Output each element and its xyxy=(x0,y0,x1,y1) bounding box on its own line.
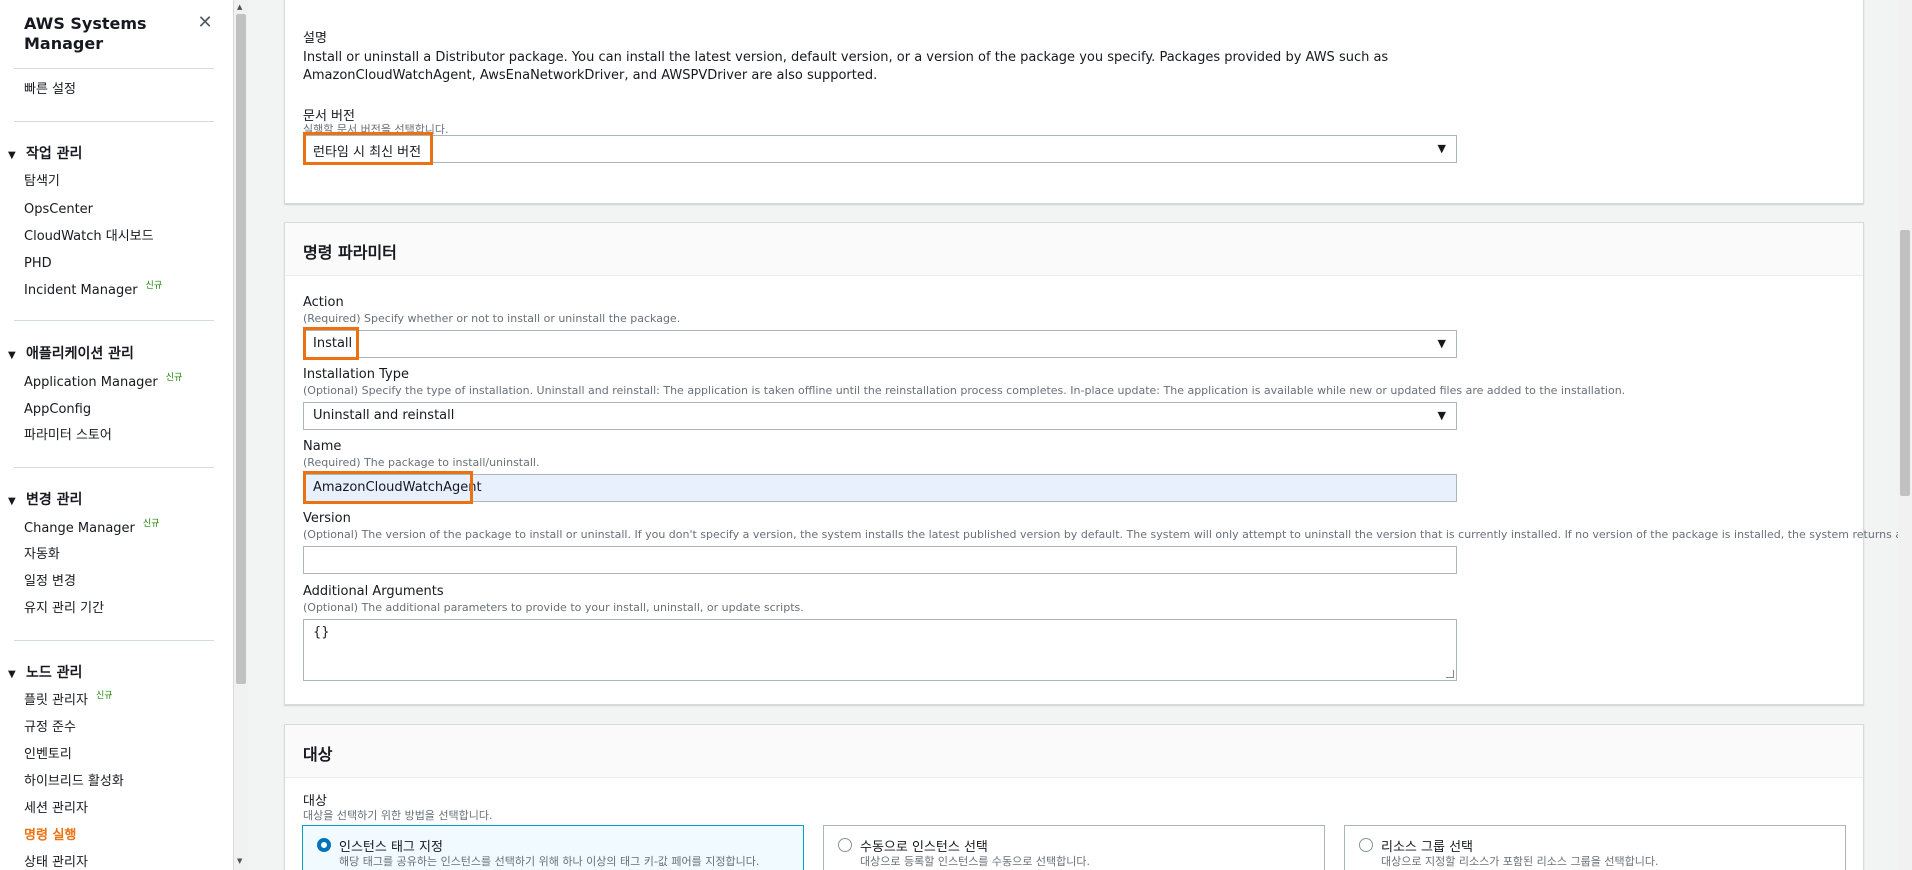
sidebar-section-node[interactable]: ▼ 노드 관리 xyxy=(8,664,82,684)
sidebar-scroll-thumb[interactable] xyxy=(236,14,246,684)
description-label: 설명 xyxy=(303,31,327,46)
dropdown-arrow-icon: ▼ xyxy=(1437,337,1446,350)
action-value: Install xyxy=(313,336,353,351)
name-label: Name xyxy=(303,439,342,454)
divider xyxy=(14,121,214,122)
version-hint: (Optional) The version of the package to… xyxy=(303,528,1912,541)
target-option-resource-group[interactable]: 리소스 그룹 선택 대상으로 지정할 리소스가 포함된 리소스 그룹을 선택합니… xyxy=(1344,825,1846,870)
installation-type-value: Uninstall and reinstall xyxy=(313,408,455,423)
sidebar-title[interactable]: AWS Systems Manager xyxy=(24,14,214,54)
sidebar-item-state-manager[interactable]: 상태 관리자 xyxy=(24,854,88,870)
sidebar: AWS Systems Manager ✕ 빠른 설정 ▼ 작업 관리 탐색기 O… xyxy=(0,0,234,870)
sidebar-item-parameter-store[interactable]: 파라미터 스토어 xyxy=(24,427,112,445)
version-input[interactable] xyxy=(303,546,1457,574)
sidebar-item-explorer[interactable]: 탐색기 xyxy=(24,173,60,191)
targets-header: 대상 xyxy=(285,725,1863,778)
sidebar-item-phd[interactable]: PHD xyxy=(24,255,52,273)
sidebar-item-automation[interactable]: 자동화 xyxy=(24,546,60,564)
close-icon[interactable]: ✕ xyxy=(196,14,214,32)
sidebar-item-run-command[interactable]: 명령 실행 xyxy=(24,827,76,845)
new-badge: 신규 xyxy=(142,519,160,529)
sidebar-item-application-manager[interactable]: Application Manager 신규 xyxy=(24,373,183,393)
resize-handle-icon[interactable] xyxy=(1446,670,1454,678)
installation-type-select[interactable]: Uninstall and reinstall ▼ xyxy=(303,402,1457,430)
sidebar-item-cloudwatch-dashboard[interactable]: CloudWatch 대시보드 xyxy=(24,228,154,246)
caret-down-icon: ▼ xyxy=(8,150,16,161)
name-hint: (Required) The package to install/uninst… xyxy=(303,456,540,469)
sidebar-item-maintenance-windows[interactable]: 유지 관리 기간 xyxy=(24,600,104,618)
divider xyxy=(14,640,214,641)
new-badge: 신규 xyxy=(165,373,183,383)
sidebar-item-change-manager[interactable]: Change Manager 신규 xyxy=(24,519,160,539)
scroll-up-icon[interactable]: ▲ xyxy=(237,3,242,11)
description-text: Install or uninstall a Distributor packa… xyxy=(303,50,1389,83)
main-scroll-thumb[interactable] xyxy=(1900,230,1910,496)
action-label: Action xyxy=(303,295,344,310)
document-panel: 설명 Install or uninstall a Distributor pa… xyxy=(284,0,1864,204)
sidebar-section-application[interactable]: ▼ 애플리케이션 관리 xyxy=(8,345,134,365)
command-parameters-title: 명령 파라미터 xyxy=(303,243,397,262)
name-value: AmazonCloudWatchAgent xyxy=(313,480,482,495)
sidebar-section-operations[interactable]: ▼ 작업 관리 xyxy=(8,145,82,165)
scroll-down-icon[interactable]: ▼ xyxy=(237,857,242,865)
additional-arguments-value: {} xyxy=(313,625,330,640)
sidebar-item-hybrid-activations[interactable]: 하이브리드 활성화 xyxy=(24,773,124,791)
action-select[interactable]: Install ▼ xyxy=(303,330,1457,358)
sidebar-item-incident-manager[interactable]: Incident Manager 신규 xyxy=(24,281,163,301)
version-label: Version xyxy=(303,511,351,526)
caret-down-icon: ▼ xyxy=(8,350,16,361)
new-badge: 신규 xyxy=(145,281,163,291)
action-hint: (Required) Specify whether or not to ins… xyxy=(303,312,681,325)
caret-down-icon: ▼ xyxy=(8,496,16,507)
target-option-instance-tags[interactable]: 인스턴스 태그 지정 해당 태그를 공유하는 인스턴스를 선택하기 위해 하나 … xyxy=(302,825,804,870)
radio-icon xyxy=(1359,838,1373,852)
main-scrollbar[interactable] xyxy=(1898,0,1912,870)
sidebar-section-change[interactable]: ▼ 변경 관리 xyxy=(8,491,82,511)
installation-type-hint: (Optional) Specify the type of installat… xyxy=(303,384,1626,397)
divider xyxy=(14,320,214,321)
additional-arguments-hint: (Optional) The additional parameters to … xyxy=(303,601,804,614)
divider xyxy=(14,68,214,69)
radio-icon xyxy=(838,838,852,852)
installation-type-label: Installation Type xyxy=(303,367,409,382)
sidebar-item-opscenter[interactable]: OpsCenter xyxy=(24,201,93,219)
sidebar-item-fleet-manager[interactable]: 플릿 관리자 신규 xyxy=(24,691,113,711)
caret-down-icon: ▼ xyxy=(8,669,16,680)
document-version-value: 런타임 시 최신 버전 xyxy=(313,145,422,160)
command-parameters-header: 명령 파라미터 xyxy=(285,223,1863,276)
command-parameters-panel: 명령 파라미터 Action (Required) Specify whethe… xyxy=(284,222,1912,705)
additional-arguments-label: Additional Arguments xyxy=(303,584,444,599)
target-option-desc: 해당 태그를 공유하는 인스턴스를 선택하기 위해 하나 이상의 태그 키-값 … xyxy=(339,855,760,868)
radio-selected-icon xyxy=(317,838,331,852)
sidebar-item-appconfig[interactable]: AppConfig xyxy=(24,401,91,419)
sidebar-item-inventory[interactable]: 인벤토리 xyxy=(24,746,72,764)
sidebar-item-quick-setup[interactable]: 빠른 설정 xyxy=(24,81,76,99)
target-option-desc: 대상으로 지정할 리소스가 포함된 리소스 그룹을 선택합니다. xyxy=(1381,855,1659,868)
sidebar-item-session-manager[interactable]: 세션 관리자 xyxy=(24,800,88,818)
target-option-desc: 대상으로 등록할 인스턴스를 수동으로 선택합니다. xyxy=(860,855,1091,868)
divider xyxy=(14,467,214,468)
dropdown-arrow-icon: ▼ xyxy=(1437,142,1446,155)
name-input[interactable]: AmazonCloudWatchAgent xyxy=(303,474,1457,502)
targets-hint: 대상을 선택하기 위한 방법을 선택합니다. xyxy=(303,809,493,822)
sidebar-scrollbar[interactable]: ▲ ▼ xyxy=(234,0,248,870)
sidebar-item-change-calendar[interactable]: 일정 변경 xyxy=(24,573,76,591)
new-badge: 신규 xyxy=(95,691,113,701)
target-option-manual-instances[interactable]: 수동으로 인스턴스 선택 대상으로 등록할 인스턴스를 수동으로 선택합니다. xyxy=(823,825,1325,870)
additional-arguments-textarea[interactable]: {} xyxy=(303,619,1457,681)
sidebar-item-compliance[interactable]: 규정 준수 xyxy=(24,719,76,737)
targets-title: 대상 xyxy=(303,745,333,764)
dropdown-arrow-icon: ▼ xyxy=(1437,409,1446,422)
document-version-select[interactable]: 런타임 시 최신 버전 ▼ xyxy=(303,135,1457,163)
